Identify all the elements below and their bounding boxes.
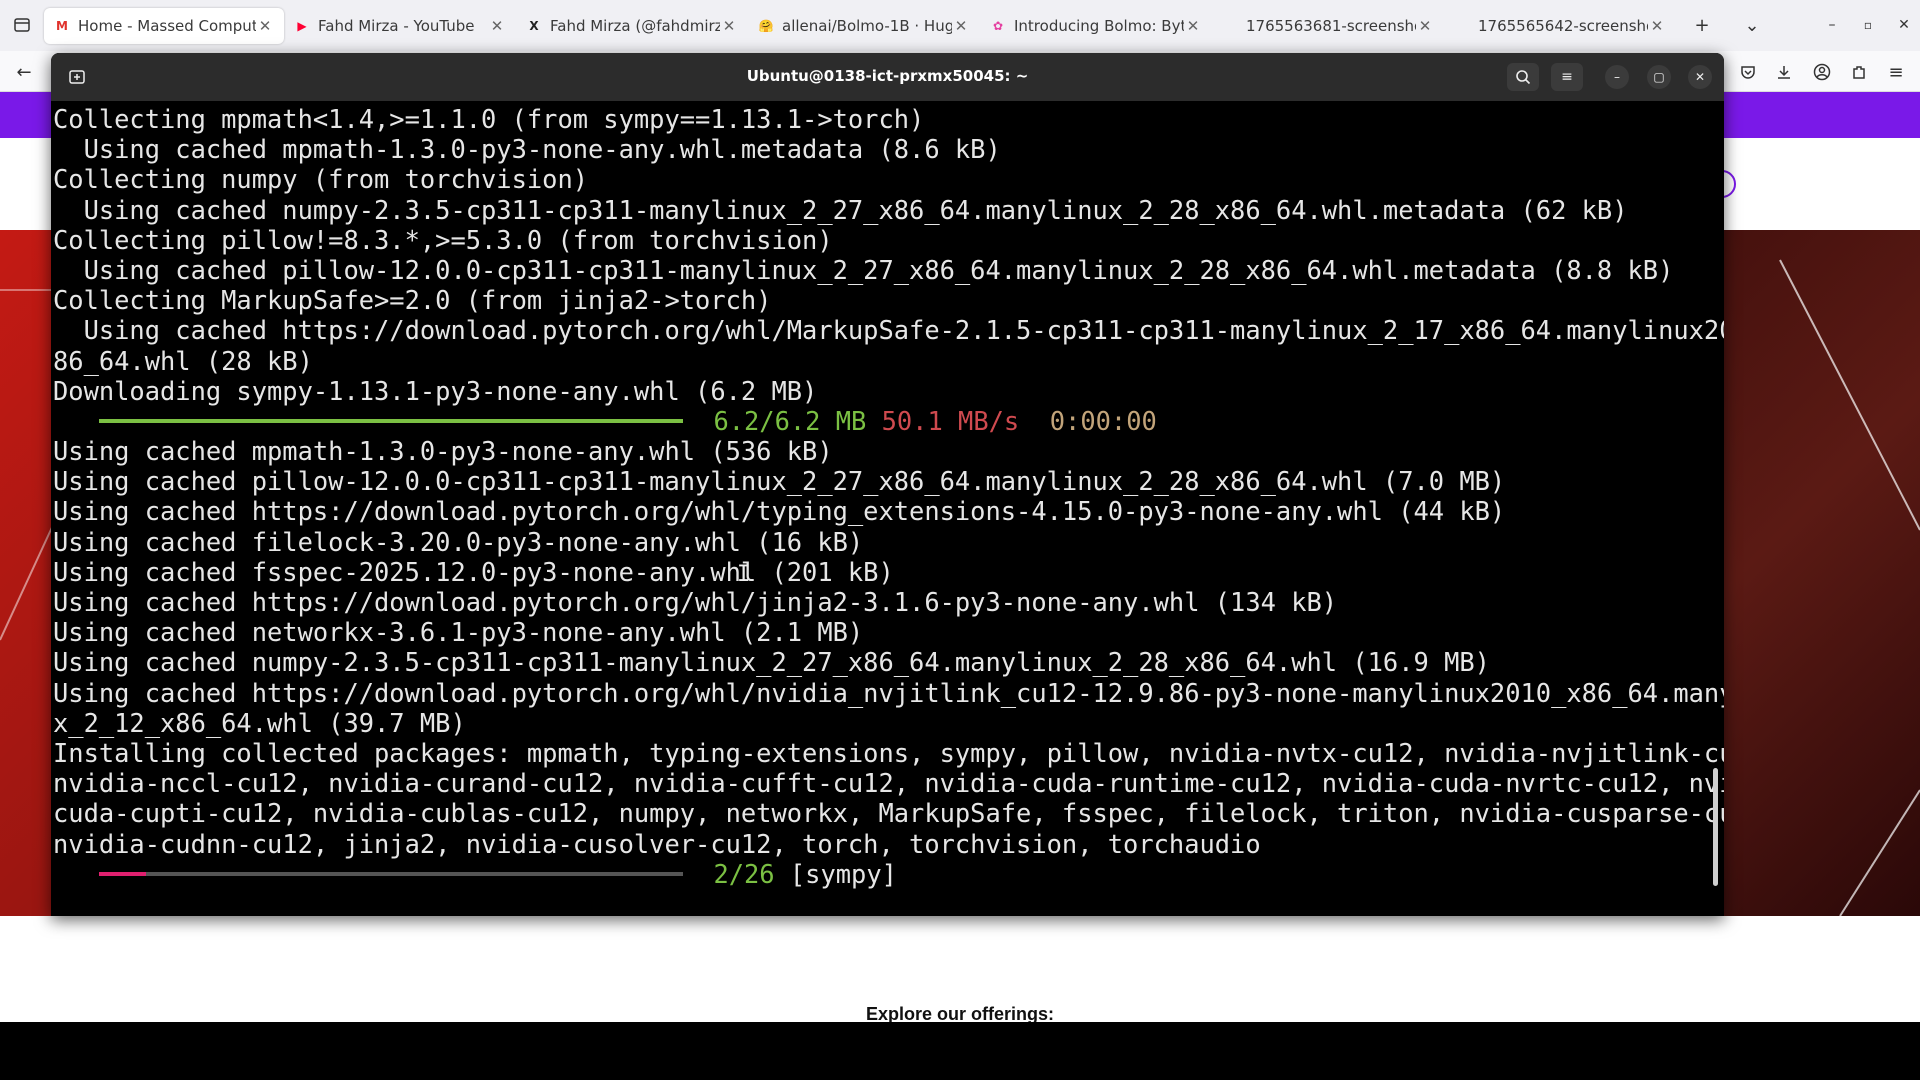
tab-title: Fahd Mirza - YouTube: [318, 17, 475, 35]
tab-favicon-icon: ✿: [992, 19, 1004, 33]
tab-favicon-icon: [1222, 18, 1238, 34]
terminal-line: nvidia-nccl-cu12, nvidia-curand-cu12, nv…: [53, 768, 1724, 799]
extensions-icon[interactable]: [1845, 58, 1873, 86]
tab-list-button[interactable]: ⌄: [1738, 11, 1766, 39]
tab-close-icon[interactable]: ✕: [488, 17, 506, 35]
download-icon[interactable]: [1770, 58, 1798, 86]
terminal-header-bar: Ubuntu@0138-ict-prxmx50045: ~ ≡ – ▢ ✕: [51, 53, 1724, 101]
terminal-output[interactable]: Collecting mpmath<1.4,>=1.1.0 (from symp…: [53, 104, 1724, 889]
install-count: 2/26: [713, 858, 775, 889]
install-progress-line: 2/26 [sympy]: [53, 859, 1713, 889]
tab-title: 1765565642-screenshot-20: [1478, 17, 1648, 35]
terminal-line: x_2_12_x86_64.whl (39.7 MB): [53, 707, 466, 738]
tab-favicon-icon: M: [56, 19, 68, 33]
terminal-line: Using cached https://download.pytorch.or…: [53, 677, 1724, 708]
tab-title: Introducing Bolmo: Byte: [1014, 17, 1184, 35]
terminal-line: Collecting MarkupSafe>=2.0 (from jinja2-…: [53, 285, 772, 316]
terminal-scrollbar[interactable]: [1713, 768, 1718, 886]
install-progress-bar: [98, 871, 683, 876]
tab-close-icon[interactable]: ✕: [720, 17, 738, 35]
browser-tab[interactable]: ✿ Introducing Bolmo: Byte ✕: [980, 8, 1212, 44]
browser-tab[interactable]: M Home - Massed Compute ✕: [44, 8, 284, 44]
tab-title: Fahd Mirza (@fahdmirza: [550, 17, 720, 35]
terminal-line: Using cached mpmath-1.3.0-py3-none-any.w…: [53, 134, 1001, 165]
window-restore-icon[interactable]: ▫: [1854, 11, 1882, 39]
tab-close-icon[interactable]: ✕: [1184, 17, 1202, 35]
terminal-minimize-icon[interactable]: –: [1605, 65, 1629, 89]
terminal-line: Using cached pillow-12.0.0-cp311-cp311-m…: [53, 254, 1674, 285]
window-minimize-icon[interactable]: –: [1818, 11, 1846, 39]
screen-bottom-bar: [0, 1022, 1920, 1080]
tab-favicon-icon: 🤗: [758, 19, 774, 33]
tab-favicon-icon: ▶: [297, 19, 307, 33]
terminal-line: Installing collected packages: mpmath, t…: [53, 737, 1724, 768]
terminal-line: Using cached networkx-3.6.1-py3-none-any…: [53, 617, 864, 648]
terminal-line: Using cached numpy-2.3.5-cp311-cp311-man…: [53, 647, 1490, 678]
browser-tab-strip: M Home - Massed Compute ✕ ▶ Fahd Mirza - You…: [0, 0, 1920, 51]
terminal-line: Collecting numpy (from torchvision): [53, 164, 589, 195]
new-tab-button[interactable]: +: [1688, 11, 1716, 39]
menu-icon[interactable]: ≡: [1882, 58, 1910, 86]
tab-close-icon[interactable]: ✕: [1416, 17, 1434, 35]
terminal-line: Using cached https://download.pytorch.or…: [53, 315, 1724, 346]
terminal-line: Using cached https://download.pytorch.or…: [53, 587, 1338, 617]
tab-close-icon[interactable]: ✕: [952, 17, 970, 35]
terminal-search-icon[interactable]: [1507, 63, 1539, 91]
terminal-line: Using cached numpy-2.3.5-cp311-cp311-man…: [53, 194, 1628, 225]
browser-tab[interactable]: 🤗 allenai/Bolmo-1B · Hugg ✕: [748, 8, 980, 44]
download-progress-line: 6.2/6.2 MB 50.1 MB/s 0:00:00: [53, 406, 1713, 436]
terminal-line: Using cached mpmath-1.3.0-py3-none-any.w…: [53, 436, 833, 467]
browser-tab[interactable]: 1765565642-screenshot-20✕: [1444, 8, 1676, 44]
terminal-line: Using cached pillow-12.0.0-cp311-cp311-m…: [53, 466, 1506, 497]
tab-title: 1765563681-screenshot-20: [1246, 17, 1416, 35]
terminal-line: Using cached https://download.pytorch.or…: [53, 496, 1506, 527]
terminal-line: 86_64.whl (28 kB): [53, 345, 313, 376]
window-close-icon[interactable]: ✕: [1890, 11, 1918, 39]
tab-close-icon[interactable]: ✕: [1648, 17, 1666, 35]
download-speed: 50.1 MB/s: [881, 405, 1020, 436]
text-cursor-icon: I: [737, 562, 751, 587]
terminal-title: Ubuntu@0138-ict-prxmx50045: ~: [746, 67, 1029, 85]
terminal-line: nvidia-cudnn-cu12, jinja2, nvidia-cusolv…: [53, 828, 1261, 859]
account-icon[interactable]: [1808, 58, 1836, 86]
download-eta: 0:00:00: [1049, 405, 1157, 436]
terminal-line: Using cached filelock-3.20.0-py3-none-an…: [53, 526, 864, 557]
tab-favicon-icon: [1454, 18, 1470, 34]
terminal-window[interactable]: Ubuntu@0138-ict-prxmx50045: ~ ≡ – ▢ ✕ Co…: [51, 53, 1724, 916]
terminal-line: Collecting mpmath<1.4,>=1.1.0 (from symp…: [53, 104, 925, 134]
terminal-line: Downloading sympy-1.13.1-py3-none-any.wh…: [53, 375, 818, 406]
install-progress-fill: [98, 871, 146, 876]
terminal-line: Using cached fsspec-2025.12.0-py3-none-a…: [53, 556, 894, 587]
tab-overview-icon[interactable]: [8, 11, 36, 39]
tab-favicon-icon: X: [529, 19, 539, 33]
download-progress-bar: [98, 418, 683, 423]
download-size: 6.2/6.2 MB: [713, 405, 867, 436]
browser-tab[interactable]: 1765563681-screenshot-20✕: [1212, 8, 1444, 44]
terminal-menu-icon[interactable]: ≡: [1551, 63, 1583, 91]
terminal-line: cuda-cupti-cu12, nvidia-cublas-cu12, num…: [53, 798, 1724, 829]
tab-title: Home - Massed Compute: [78, 17, 256, 35]
terminal-maximize-icon[interactable]: ▢: [1647, 65, 1671, 89]
pocket-icon[interactable]: [1734, 58, 1762, 86]
browser-tab[interactable]: X Fahd Mirza (@fahdmirza ✕: [516, 8, 748, 44]
terminal-line: Collecting pillow!=8.3.*,>=5.3.0 (from t…: [53, 224, 833, 255]
tab-title: allenai/Bolmo-1B · Hugg: [782, 17, 952, 35]
browser-tab[interactable]: ▶ Fahd Mirza - YouTube ✕: [284, 8, 516, 44]
tab-close-icon[interactable]: ✕: [256, 17, 274, 35]
terminal-close-icon[interactable]: ✕: [1688, 65, 1712, 89]
install-current-package: [sympy]: [789, 858, 897, 889]
back-arrow-icon[interactable]: ←: [10, 58, 38, 86]
